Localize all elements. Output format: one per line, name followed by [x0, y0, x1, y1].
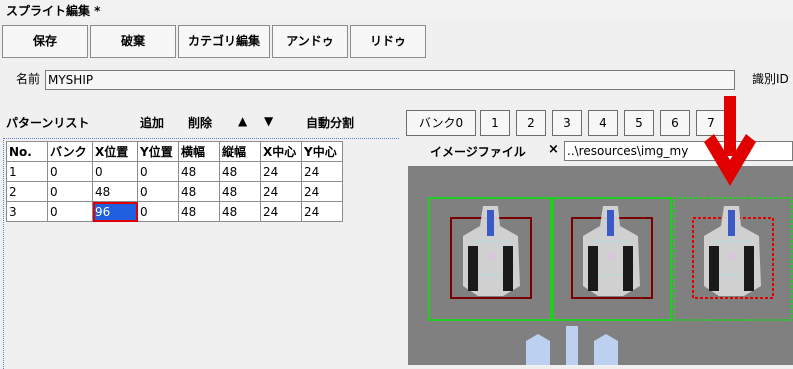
move-up-button[interactable]: ▲	[238, 114, 247, 128]
table-cell[interactable]: 24	[260, 201, 302, 222]
table-cell[interactable]: 2	[6, 181, 48, 202]
column-header[interactable]: 横幅	[178, 141, 220, 162]
delete-button[interactable]: 削除	[188, 114, 212, 131]
table-cell[interactable]: 48	[219, 161, 261, 182]
image-file-label: イメージファイル	[430, 145, 526, 159]
category-edit-button[interactable]: カテゴリ編集	[178, 25, 270, 58]
table-cell[interactable]: 48	[178, 161, 220, 182]
column-header[interactable]: 縦幅	[219, 141, 261, 162]
undo-button[interactable]: アンドゥ	[272, 25, 348, 58]
pattern-list-panel: パターンリスト 追加 削除 ▲ ▼ 自動分割 No. バンク X位置 Y位置 横…	[0, 108, 399, 369]
table-cell[interactable]: 48	[178, 181, 220, 202]
tab-bank-4[interactable]: 4	[588, 110, 618, 136]
table-cell[interactable]: 48	[219, 181, 261, 202]
clear-image-button[interactable]: ×	[548, 142, 559, 157]
table-row[interactable]: 3 0 96 0 48 48 24 24	[6, 201, 343, 222]
column-header[interactable]: No.	[6, 141, 48, 162]
red-arrow-icon	[704, 96, 756, 186]
tab-bank-0[interactable]: バンク0	[406, 110, 476, 136]
window-title: スプライト編集 *	[0, 0, 793, 22]
save-button[interactable]: 保存	[2, 25, 88, 58]
id-label: 識別ID	[752, 72, 789, 86]
tab-bank-3[interactable]: 3	[552, 110, 582, 136]
name-field[interactable]: MYSHIP	[45, 70, 735, 90]
column-header[interactable]: X位置	[92, 141, 138, 162]
table-header-row: No. バンク X位置 Y位置 横幅 縦幅 X中心 Y中心	[6, 141, 343, 162]
move-down-button[interactable]: ▼	[264, 114, 273, 128]
name-row: 名前 MYSHIP 識別ID	[0, 64, 793, 94]
toolbar: 保存 破棄 カテゴリ編集 アンドゥ リドゥ	[0, 25, 793, 59]
add-button[interactable]: 追加	[140, 114, 164, 131]
table-cell[interactable]: 24	[301, 161, 343, 182]
tab-bank-6[interactable]: 6	[660, 110, 690, 136]
table-cell[interactable]: 3	[6, 201, 48, 222]
table-cell[interactable]: 24	[301, 181, 343, 202]
table-cell[interactable]: 48	[178, 201, 220, 222]
tab-bank-5[interactable]: 5	[624, 110, 654, 136]
table-cell[interactable]: 48	[92, 181, 138, 202]
selected-table-cell[interactable]: 96	[92, 201, 138, 222]
name-label: 名前	[16, 72, 41, 86]
redo-button[interactable]: リドゥ	[350, 25, 426, 58]
column-header[interactable]: Y中心	[301, 141, 343, 162]
auto-split-button[interactable]: 自動分割	[306, 114, 354, 131]
pattern-table-container: No. バンク X位置 Y位置 横幅 縦幅 X中心 Y中心 1 0 0 0 48	[3, 138, 399, 369]
tab-bank-2[interactable]: 2	[516, 110, 546, 136]
table-row[interactable]: 1 0 0 0 48 48 24 24	[6, 161, 343, 182]
table-cell[interactable]: 1	[6, 161, 48, 182]
sprite-canvas[interactable]	[408, 166, 793, 365]
pattern-list-header: パターンリスト 追加 削除 ▲ ▼ 自動分割	[0, 108, 398, 136]
table-cell[interactable]: 0	[137, 201, 179, 222]
pattern-table[interactable]: No. バンク X位置 Y位置 横幅 縦幅 X中心 Y中心 1 0 0 0 48	[6, 141, 343, 222]
table-cell[interactable]: 24	[260, 161, 302, 182]
sprite-sheet-image	[408, 166, 793, 365]
table-cell[interactable]: 48	[219, 201, 261, 222]
table-cell[interactable]: 0	[47, 181, 93, 202]
column-header[interactable]: バンク	[47, 141, 93, 162]
table-cell[interactable]: 0	[47, 201, 93, 222]
table-cell[interactable]: 0	[47, 161, 93, 182]
table-cell[interactable]: 0	[137, 181, 179, 202]
pattern-list-title: パターンリスト	[6, 116, 90, 130]
table-cell[interactable]: 24	[260, 181, 302, 202]
column-header[interactable]: Y位置	[137, 141, 179, 162]
table-cell[interactable]: 24	[301, 201, 343, 222]
table-cell[interactable]: 0	[137, 161, 179, 182]
tab-bank-1[interactable]: 1	[480, 110, 510, 136]
discard-button[interactable]: 破棄	[90, 25, 176, 58]
table-cell[interactable]: 0	[92, 161, 138, 182]
column-header[interactable]: X中心	[260, 141, 302, 162]
table-row[interactable]: 2 0 48 0 48 48 24 24	[6, 181, 343, 202]
